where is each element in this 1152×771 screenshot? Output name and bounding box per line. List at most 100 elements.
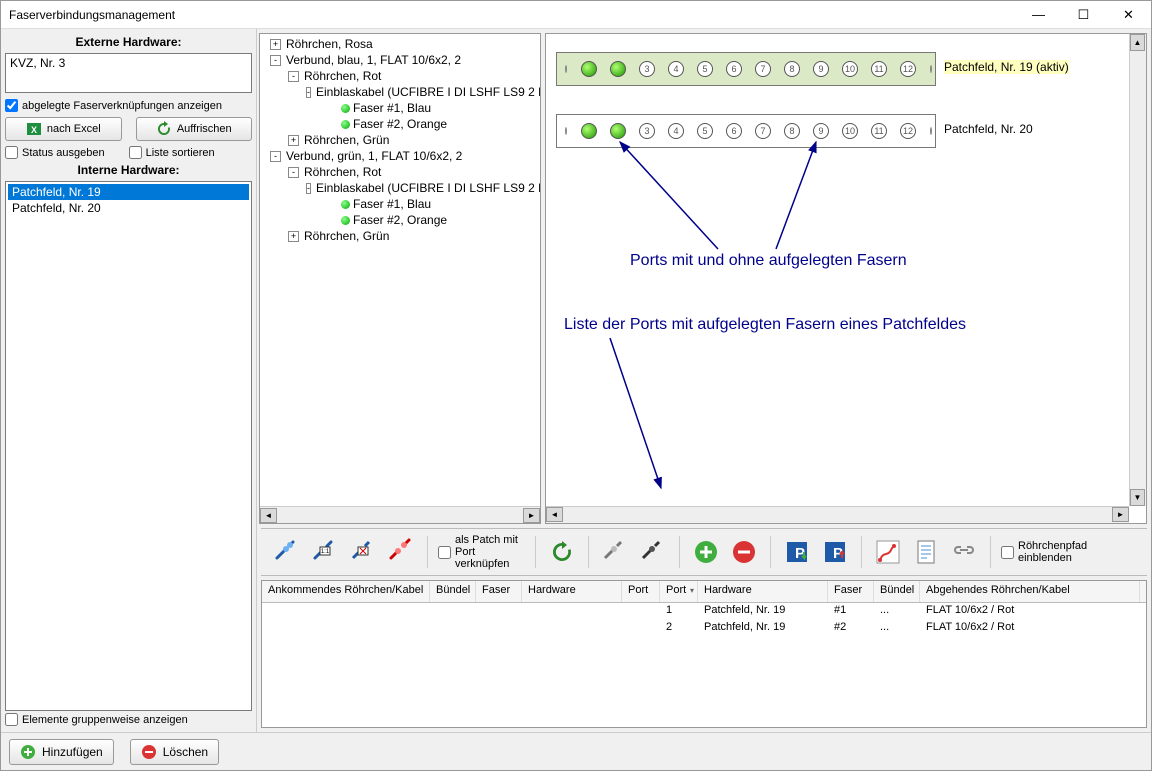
link-icon[interactable]	[948, 536, 980, 568]
park-down-icon[interactable]: P	[781, 536, 813, 568]
column-header[interactable]: Faser	[828, 581, 874, 602]
canvas-v-scrollbar[interactable]: ▲▼	[1129, 34, 1146, 506]
tree-node[interactable]: Faser #1, Blau	[262, 100, 538, 116]
park-up-icon[interactable]: P	[819, 536, 851, 568]
add-button[interactable]: Hinzufügen	[9, 739, 114, 765]
tree-node[interactable]: -Verbund, blau, 1, FLAT 10/6x2, 2	[262, 52, 538, 68]
port-4[interactable]: 4	[668, 61, 684, 77]
port-9[interactable]: 9	[813, 61, 829, 77]
port-7[interactable]: 7	[755, 61, 771, 77]
reload-icon[interactable]	[546, 536, 578, 568]
tree-node[interactable]: -Röhrchen, Rot	[262, 164, 538, 180]
port-12[interactable]: 12	[900, 61, 916, 77]
column-header[interactable]: Bündel	[430, 581, 476, 602]
expand-toggle[interactable]: +	[270, 39, 281, 50]
show-path-checkbox[interactable]: Röhrchenpfad einblenden	[1001, 540, 1098, 564]
port-6[interactable]: 6	[726, 123, 742, 139]
scroll-left-button[interactable]: ◄	[260, 508, 277, 523]
port-5[interactable]: 5	[697, 123, 713, 139]
port-7[interactable]: 7	[755, 123, 771, 139]
disconnect-icon[interactable]	[385, 536, 417, 568]
tree-node[interactable]: Faser #2, Orange	[262, 212, 538, 228]
list-item[interactable]: Patchfeld, Nr. 20	[8, 200, 249, 216]
table-row[interactable]: 2Patchfeld, Nr. 19#2...FLAT 10/6x2 / Rot	[262, 620, 1146, 637]
port-10[interactable]: 10	[842, 123, 858, 139]
column-header[interactable]: Ankommendes Röhrchen/Kabel	[262, 581, 430, 602]
export-excel-button[interactable]: X nach Excel	[5, 117, 122, 141]
tree-node[interactable]: -Einblaskabel (UCFIBRE I DI LSHF LS9 2 M…	[262, 180, 538, 196]
tree[interactable]: +Röhrchen, Rosa-Verbund, blau, 1, FLAT 1…	[260, 34, 540, 246]
port-11[interactable]: 11	[871, 61, 887, 77]
tree-node[interactable]: -Röhrchen, Rot	[262, 68, 538, 84]
plug-gray-icon[interactable]	[599, 536, 631, 568]
port-4[interactable]: 4	[668, 123, 684, 139]
delete-button[interactable]: Löschen	[130, 739, 219, 765]
column-header[interactable]: Hardware	[698, 581, 828, 602]
patchfield-20[interactable]: 3456789 10 11 12	[556, 114, 936, 148]
tree-node[interactable]: -Verbund, grün, 1, FLAT 10/6x2, 2	[262, 148, 538, 164]
expand-toggle[interactable]: -	[306, 87, 311, 98]
patchfield-19[interactable]: 3456789 10 11 12	[556, 52, 936, 86]
expand-toggle[interactable]: -	[306, 183, 311, 194]
port-1[interactable]	[581, 61, 597, 77]
port-6[interactable]: 6	[726, 61, 742, 77]
tree-node[interactable]: Faser #2, Orange	[262, 116, 538, 132]
list-item[interactable]: Patchfeld, Nr. 19	[8, 184, 249, 200]
port-9[interactable]: 9	[813, 123, 829, 139]
port-2[interactable]	[610, 123, 626, 139]
port-8[interactable]: 8	[784, 123, 800, 139]
canvas-pane[interactable]: 3456789101112 Patchfeld, Nr. 19 (aktiv) …	[545, 33, 1147, 524]
port-3[interactable]: 3	[639, 61, 655, 77]
connect-multi-icon[interactable]	[347, 536, 379, 568]
expand-toggle[interactable]: -	[288, 167, 299, 178]
report-icon[interactable]	[910, 536, 942, 568]
external-hw-input[interactable]: KVZ, Nr. 3	[5, 53, 252, 93]
group-elements-checkbox[interactable]: Elemente gruppenweise anzeigen	[5, 711, 252, 728]
tree-node[interactable]: Faser #1, Blau	[262, 196, 538, 212]
column-header[interactable]: Port	[622, 581, 660, 602]
port-11[interactable]: 11	[871, 123, 887, 139]
port-10[interactable]: 10	[842, 61, 858, 77]
add-icon[interactable]	[690, 536, 722, 568]
connect-11-icon[interactable]: 1:1	[309, 536, 341, 568]
port-8[interactable]: 8	[784, 61, 800, 77]
table-row[interactable]: 1Patchfeld, Nr. 19#1...FLAT 10/6x2 / Rot	[262, 603, 1146, 620]
scroll-right-button[interactable]: ►	[523, 508, 540, 523]
port-1[interactable]	[581, 123, 597, 139]
maximize-button[interactable]: ☐	[1061, 1, 1106, 29]
expand-toggle[interactable]: -	[270, 151, 281, 162]
expand-toggle[interactable]: -	[288, 71, 299, 82]
tree-pane[interactable]: +Röhrchen, Rosa-Verbund, blau, 1, FLAT 1…	[259, 33, 541, 524]
show-placed-checkbox[interactable]: abgelegte Faserverknüpfungen anzeigen	[5, 97, 252, 114]
column-header[interactable]: Port	[660, 581, 698, 602]
refresh-button[interactable]: Auffrischen	[136, 117, 253, 141]
port-2[interactable]	[610, 61, 626, 77]
minimize-button[interactable]: —	[1016, 1, 1061, 29]
internal-hw-list[interactable]: Patchfeld, Nr. 19Patchfeld, Nr. 20	[5, 181, 252, 711]
column-header[interactable]: Abgehendes Röhrchen/Kabel	[920, 581, 1140, 602]
connection-grid[interactable]: Ankommendes Röhrchen/KabelBündelFaserHar…	[261, 580, 1147, 728]
connect-icon[interactable]	[271, 536, 303, 568]
expand-toggle[interactable]: +	[288, 135, 299, 146]
status-checkbox[interactable]: Status ausgeben	[5, 146, 105, 159]
tree-node[interactable]: +Röhrchen, Rosa	[262, 36, 538, 52]
route-icon[interactable]	[872, 536, 904, 568]
tree-node[interactable]: +Röhrchen, Grün	[262, 132, 538, 148]
patch-port-checkbox[interactable]: als Patch mit Port verknüpfen	[438, 534, 525, 570]
column-header[interactable]: Faser	[476, 581, 522, 602]
expand-toggle[interactable]: +	[288, 231, 299, 242]
column-header[interactable]: Hardware	[522, 581, 622, 602]
remove-icon[interactable]	[728, 536, 760, 568]
expand-toggle[interactable]: -	[270, 55, 281, 66]
canvas-h-scrollbar[interactable]: ◄►	[546, 506, 1129, 523]
port-3[interactable]: 3	[639, 123, 655, 139]
tree-h-scrollbar[interactable]: ◄ ►	[260, 506, 540, 523]
column-header[interactable]: Bündel	[874, 581, 920, 602]
tree-node[interactable]: +Röhrchen, Grün	[262, 228, 538, 244]
sort-list-checkbox[interactable]: Liste sortieren	[129, 146, 215, 159]
plug-dark-icon[interactable]	[637, 536, 669, 568]
tree-node[interactable]: -Einblaskabel (UCFIBRE I DI LSHF LS9 2 M…	[262, 84, 538, 100]
port-12[interactable]: 12	[900, 123, 916, 139]
close-button[interactable]: ✕	[1106, 1, 1151, 29]
port-5[interactable]: 5	[697, 61, 713, 77]
